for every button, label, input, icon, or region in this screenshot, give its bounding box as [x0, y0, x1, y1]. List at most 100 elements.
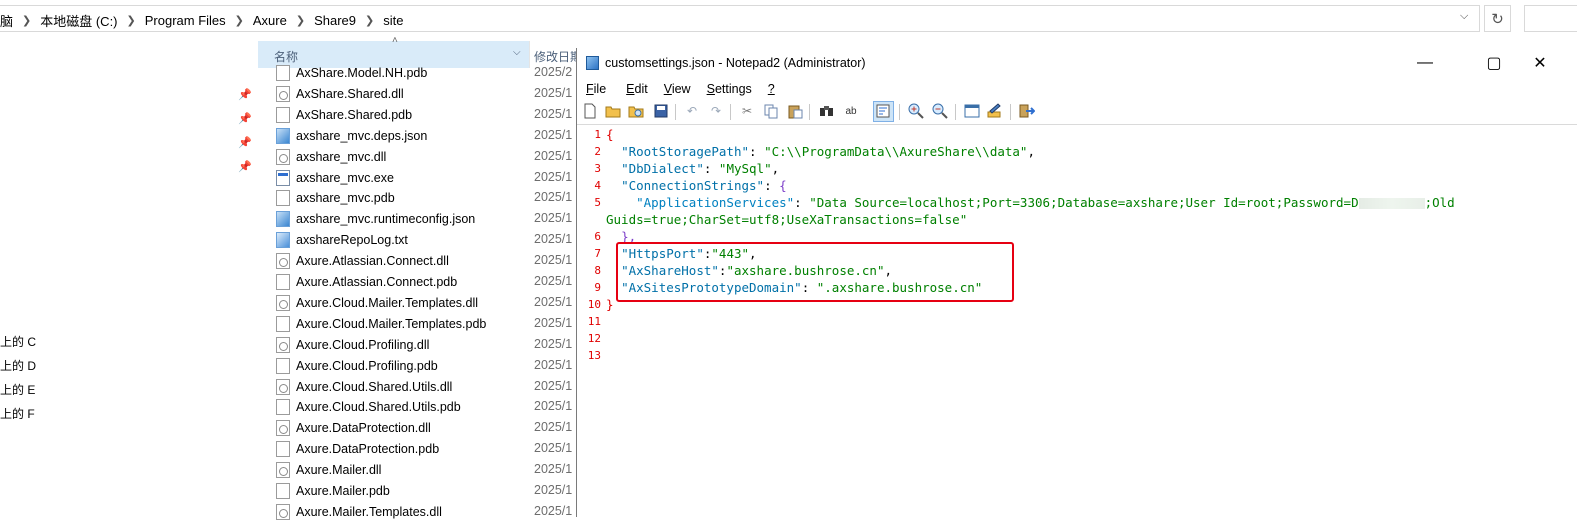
code-line[interactable]: "DbDialect": "MySql",	[606, 160, 779, 177]
scheme-icon[interactable]	[964, 103, 980, 119]
exe-file-icon	[276, 169, 290, 186]
close-icon[interactable]: ✕	[1517, 48, 1563, 78]
redacted-password	[1358, 198, 1425, 209]
menu-settings[interactable]: Settings	[704, 82, 755, 96]
file-name: Axure.Atlassian.Connect.dll	[296, 253, 449, 268]
file-row[interactable]: Axure.Cloud.Mailer.Templates.pdb	[276, 313, 486, 334]
code-line[interactable]: {	[606, 126, 614, 143]
chevron-right-icon[interactable]: ❯	[235, 14, 244, 27]
maximize-icon[interactable]: ▢	[1471, 48, 1517, 78]
breadcrumb-item[interactable]: Program Files	[145, 13, 226, 28]
chevron-right-icon[interactable]: ❯	[365, 14, 374, 27]
nav-drive-e[interactable]: 上的 E	[0, 381, 35, 398]
file-row[interactable]: Axure.Cloud.Shared.Utils.pdb	[276, 396, 461, 417]
word-wrap-icon[interactable]	[875, 103, 891, 119]
toolbar-separator	[809, 104, 810, 120]
chevron-down-icon[interactable]: ⌵	[1460, 10, 1474, 24]
file-row[interactable]: Axure.DataProtection.pdb	[276, 438, 439, 459]
zoom-in-icon[interactable]	[908, 103, 924, 119]
replace-icon[interactable]: ab	[843, 103, 859, 119]
code-line[interactable]: }	[606, 296, 614, 313]
copy-icon[interactable]	[763, 103, 779, 119]
doc-file-icon	[276, 64, 290, 81]
file-row[interactable]: Axure.Mailer.dll	[276, 459, 381, 480]
pin-icon[interactable]: 📌	[238, 88, 252, 102]
code-line-wrapped[interactable]: Guids=true;CharSet=utf8;UseXaTransaction…	[606, 211, 967, 228]
notepad-app-icon[interactable]	[586, 56, 599, 70]
file-row[interactable]: axshare_mvc.deps.json	[276, 125, 427, 146]
file-date: 2025/1	[534, 253, 573, 267]
breadcrumb-item[interactable]: 脑	[0, 11, 13, 30]
nav-drive-c[interactable]: 上的 C	[0, 333, 36, 350]
customize-icon[interactable]	[987, 103, 1003, 119]
file-row[interactable]: Axure.Atlassian.Connect.pdb	[276, 271, 457, 292]
file-name: AxShare.Shared.pdb	[296, 107, 413, 122]
file-row[interactable]: Axure.Mailer.pdb	[276, 480, 390, 501]
nav-drive-f[interactable]: 上的 F	[0, 405, 35, 422]
breadcrumb-item[interactable]: Share9	[314, 13, 356, 28]
chevron-right-icon[interactable]: ❯	[22, 14, 31, 27]
pin-icon[interactable]: 📌	[238, 136, 252, 150]
file-date: 2025/1	[534, 483, 573, 497]
file-row[interactable]: axshare_mvc.pdb	[276, 187, 395, 208]
file-row[interactable]: AxShare.Shared.pdb	[276, 104, 412, 125]
code-line[interactable]: "ApplicationServices": "Data Source=loca…	[606, 194, 1455, 211]
breadcrumb-item[interactable]: Axure	[253, 13, 287, 28]
line-number: 6	[594, 230, 601, 243]
exit-icon[interactable]	[1019, 103, 1035, 119]
zoom-out-icon[interactable]	[932, 103, 948, 119]
file-row[interactable]: Axure.DataProtection.dll	[276, 417, 431, 438]
breadcrumb: 脑 ❯ 本地磁盘 (C:) ❯ Program Files ❯ Axure ❯ …	[0, 11, 403, 29]
paste-icon[interactable]	[787, 103, 803, 119]
file-date: 2025/1	[534, 441, 573, 455]
file-row[interactable]: Axure.Cloud.Profiling.dll	[276, 334, 429, 355]
new-file-icon[interactable]	[582, 103, 598, 119]
file-row[interactable]: AxShare.Shared.dll	[276, 83, 404, 104]
toolbar-separator	[675, 104, 676, 120]
breadcrumb-item[interactable]: 本地磁盘 (C:)	[40, 11, 117, 30]
dll-file-icon	[276, 503, 290, 520]
file-row[interactable]: Axure.Mailer.Templates.dll	[276, 501, 442, 522]
code-line[interactable]: "RootStoragePath": "C:\\ProgramData\\Axu…	[606, 143, 1035, 160]
minimize-icon[interactable]: —	[1402, 48, 1448, 78]
pin-icon[interactable]: 📌	[238, 160, 252, 174]
cut-icon[interactable]: ✂	[739, 103, 755, 119]
find-icon[interactable]	[819, 103, 835, 119]
undo-icon[interactable]: ↶	[684, 103, 700, 119]
file-row[interactable]: Axure.Cloud.Shared.Utils.dll	[276, 376, 452, 397]
menu-file[interactable]: File	[583, 82, 609, 96]
file-row[interactable]: axshare_mvc.runtimeconfig.json	[276, 208, 475, 229]
nav-drive-d[interactable]: 上的 D	[0, 357, 36, 374]
menu-edit[interactable]: Edit	[623, 82, 651, 96]
line-number: 13	[587, 349, 601, 362]
save-icon[interactable]	[653, 103, 669, 119]
search-input[interactable]	[1524, 5, 1577, 32]
file-row[interactable]: axshare_mvc.dll	[276, 146, 386, 167]
open-folder-icon[interactable]	[605, 103, 621, 119]
doc-file-icon	[276, 482, 290, 499]
redo-icon[interactable]: ↷	[708, 103, 724, 119]
dll-file-icon	[276, 148, 290, 165]
file-name: Axure.Cloud.Profiling.pdb	[296, 358, 438, 373]
file-row[interactable]: Axure.Cloud.Profiling.pdb	[276, 355, 438, 376]
chevron-right-icon[interactable]: ❯	[127, 14, 136, 27]
file-row[interactable]: axshareRepoLog.txt	[276, 229, 408, 250]
browse-icon[interactable]	[628, 103, 644, 119]
breadcrumb-item[interactable]: site	[383, 13, 403, 28]
file-date: 2025/1	[534, 316, 573, 330]
code-line[interactable]: "ConnectionStrings": {	[606, 177, 787, 194]
file-row[interactable]: AxShare.Model.NH.pdb	[276, 62, 427, 83]
menu-view[interactable]: View	[661, 82, 694, 96]
chevron-right-icon[interactable]: ❯	[296, 14, 305, 27]
refresh-icon[interactable]: ↻	[1484, 5, 1511, 32]
menu-help[interactable]: ?	[765, 82, 778, 96]
file-row[interactable]: Axure.Atlassian.Connect.dll	[276, 250, 449, 271]
file-date: 2025/1	[534, 86, 573, 100]
line-number: 4	[594, 179, 601, 192]
title-bar[interactable]: customsettings.json - Notepad2 (Administ…	[577, 48, 1577, 78]
chevron-down-icon[interactable]: ⌵	[513, 47, 521, 58]
file-row[interactable]: axshare_mvc.exe	[276, 167, 394, 188]
pin-icon[interactable]: 📌	[238, 112, 252, 126]
file-row[interactable]: Axure.Cloud.Mailer.Templates.dll	[276, 292, 478, 313]
file-name: Axure.Mailer.Templates.dll	[296, 504, 442, 519]
